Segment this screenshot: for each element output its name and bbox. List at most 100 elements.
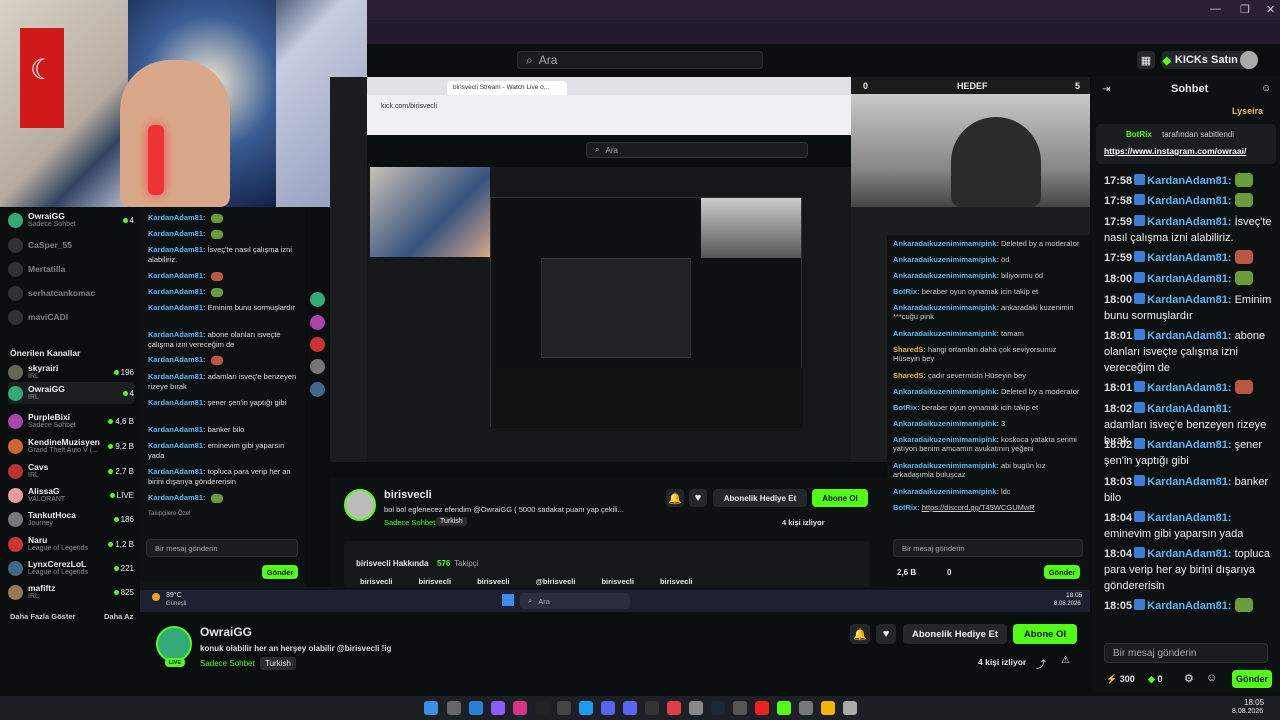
sidebar-item-tankuthoca[interactable]: TankutHoca Journey 186 xyxy=(8,508,134,530)
heart-icon[interactable]: ♥ xyxy=(689,489,707,507)
chat-input[interactable]: Bir mesaj gönderin xyxy=(1104,643,1268,663)
windows-icon[interactable] xyxy=(502,594,514,606)
gift-sub-button[interactable]: Abonelik Hediye Et xyxy=(713,489,807,507)
heart-icon[interactable]: ♥ xyxy=(876,624,896,644)
app-icon[interactable] xyxy=(623,701,637,715)
emote-icon[interactable]: ☺ xyxy=(1206,672,1217,684)
goal-label: HEDEF xyxy=(957,81,988,91)
mid-send-button[interactable]: Gönder xyxy=(1044,565,1080,579)
sidebar-item-owraigg[interactable]: OwraiGG Sadece Sohbet 4 xyxy=(8,209,134,231)
clock-time: 18:05 xyxy=(1244,698,1265,707)
chrome-icon[interactable] xyxy=(821,701,835,715)
discord-link[interactable]: birisvecli xyxy=(601,577,634,586)
mid-chat-input[interactable]: Bir mesaj gönderin xyxy=(893,539,1083,557)
nested-send-button[interactable]: Gönder xyxy=(262,565,298,579)
category-link[interactable]: Sadece Sohbet xyxy=(384,518,435,527)
facebook-link[interactable]: birisvecli xyxy=(477,577,510,586)
app-icon[interactable] xyxy=(491,701,505,715)
sidebar-item-mafiftz[interactable]: mafiftz IRL 825 xyxy=(8,581,134,603)
sun-icon xyxy=(152,593,160,601)
sidebar-item-owraigg-rec[interactable]: OwraiGG IRL 4 xyxy=(8,382,134,404)
close-button[interactable]: ✕ xyxy=(1266,3,1275,16)
avatar[interactable] xyxy=(156,626,192,662)
sidebar-item-skyrairi[interactable]: skyrairi IRL 196 xyxy=(8,361,134,383)
app-icon[interactable] xyxy=(843,701,857,715)
app-icon[interactable] xyxy=(667,701,681,715)
subscribe-button[interactable]: Abone Ol xyxy=(812,489,868,507)
pinned-link[interactable]: https://www.instagram.com/owraai/ xyxy=(1104,146,1246,156)
app-icon[interactable] xyxy=(733,701,747,715)
avatar[interactable] xyxy=(310,382,325,397)
collapse-chat-icon[interactable]: ⇥ xyxy=(1102,84,1110,95)
gift-sub-button[interactable]: Abonelik Hediye Et xyxy=(903,624,1007,644)
users-icon[interactable]: ☺ xyxy=(1261,83,1271,94)
avatar[interactable] xyxy=(310,315,325,330)
settings-icon[interactable]: ⚙ xyxy=(1184,672,1194,685)
avatar[interactable] xyxy=(344,489,376,521)
viewer-count: 2,7 B xyxy=(108,467,134,476)
avatar[interactable] xyxy=(310,292,325,307)
search-input[interactable]: ⌕ Ara xyxy=(517,51,763,69)
report-icon[interactable]: ⚠ xyxy=(1061,655,1070,666)
nested-chat-input[interactable]: Bir mesaj gönderin xyxy=(146,539,298,557)
chat-message: KardanAdam81: Eminim bunu sormuşlardır xyxy=(148,303,296,312)
instagram-icon[interactable] xyxy=(513,701,527,715)
sidebar-item-lynxcerezlol[interactable]: LynxCerezLoL League of Legends 221 xyxy=(8,557,134,579)
kick-icon[interactable] xyxy=(777,701,791,715)
x-link[interactable]: birisvecli xyxy=(419,577,452,586)
sidebar-item-mertatilla[interactable]: Mertatilla xyxy=(8,258,134,280)
show-more-link[interactable]: Daha Fazla Göster xyxy=(10,612,75,621)
sidebar-item-serhatcankomac[interactable]: serhatcankomac xyxy=(8,282,134,304)
followers-label: Takipçi xyxy=(454,559,479,568)
search-icon[interactable] xyxy=(447,701,461,715)
sidebar-item-purplebixi[interactable]: PurpleBixi Sadece Sohbet 4,6 B xyxy=(8,410,134,432)
sidebar-item-cavs[interactable]: Cavs IRL 2,7 B xyxy=(8,460,134,482)
chat-message: 18:00 KardanAdam81: xyxy=(1104,271,1274,287)
avatar xyxy=(8,560,23,576)
kicks-buy-button[interactable]: ◆ KICKs Satın Al xyxy=(1162,51,1252,69)
sidebar-item-casper[interactable]: CaSper_55 xyxy=(8,234,134,256)
avatar xyxy=(8,309,23,325)
kick-topbar: ⌕ Ara ▦ ◆ KICKs Satın Al xyxy=(367,44,1280,76)
minimize-button[interactable]: — xyxy=(1210,3,1221,15)
tiktok-icon[interactable] xyxy=(535,701,549,715)
app-icon[interactable] xyxy=(799,701,813,715)
language-tag[interactable]: Turkish xyxy=(436,517,467,526)
category-link[interactable]: Sadece Sohbet xyxy=(200,659,255,668)
live-badge: LIVE xyxy=(165,658,185,667)
channel-name: OwraiGG xyxy=(28,210,65,221)
sidebar-item-alissag[interactable]: AlissaG VALORANT LIVE xyxy=(8,484,134,506)
instagram-link[interactable]: birisvecli xyxy=(360,577,393,586)
steam-icon[interactable] xyxy=(711,701,725,715)
sidebar-item-mavicadi[interactable]: maviCADI xyxy=(8,306,134,328)
send-button[interactable]: Gönder xyxy=(1232,670,1272,688)
maximize-button[interactable]: ❐ xyxy=(1240,3,1250,16)
share-icon[interactable]: ⤴ xyxy=(1036,656,1046,671)
discord-icon[interactable] xyxy=(601,701,615,715)
channel-name[interactable]: birisvecli xyxy=(384,489,432,501)
viewer-count: 196 xyxy=(113,368,134,377)
subscribe-button[interactable]: Abone Ol xyxy=(1013,624,1077,644)
grid-icon[interactable]: ▦ xyxy=(1137,51,1155,69)
app-icon[interactable] xyxy=(645,701,659,715)
channel-name[interactable]: OwraiGG xyxy=(200,625,252,639)
bell-icon[interactable]: 🔔 xyxy=(666,489,684,507)
avatar[interactable] xyxy=(310,359,325,374)
avatar[interactable] xyxy=(310,337,325,352)
avatar[interactable] xyxy=(1240,51,1258,69)
tiktok-link[interactable]: birisvecli xyxy=(660,577,693,586)
edge-icon[interactable] xyxy=(469,701,483,715)
inner-search-input[interactable]: ⌕ Ara xyxy=(520,593,630,609)
show-less-link[interactable]: Daha Az xyxy=(104,612,133,621)
windows-start-icon[interactable] xyxy=(424,701,438,715)
goal-target: 5 xyxy=(1075,81,1081,91)
app-icon[interactable] xyxy=(557,701,571,715)
sidebar-item-kendinemuzisyen[interactable]: KendineMuzisyen Grand Theft Auto V (... 9,… xyxy=(8,435,134,457)
app-icon[interactable] xyxy=(579,701,593,715)
sidebar-item-naru[interactable]: Naru League of Legends 1,2 B xyxy=(8,533,134,555)
bell-icon[interactable]: 🔔 xyxy=(850,624,870,644)
app-icon[interactable] xyxy=(689,701,703,715)
app-icon[interactable] xyxy=(755,701,769,715)
language-tag[interactable]: Turkish xyxy=(260,657,296,670)
youtube-link[interactable]: @birisvecli xyxy=(536,577,576,586)
